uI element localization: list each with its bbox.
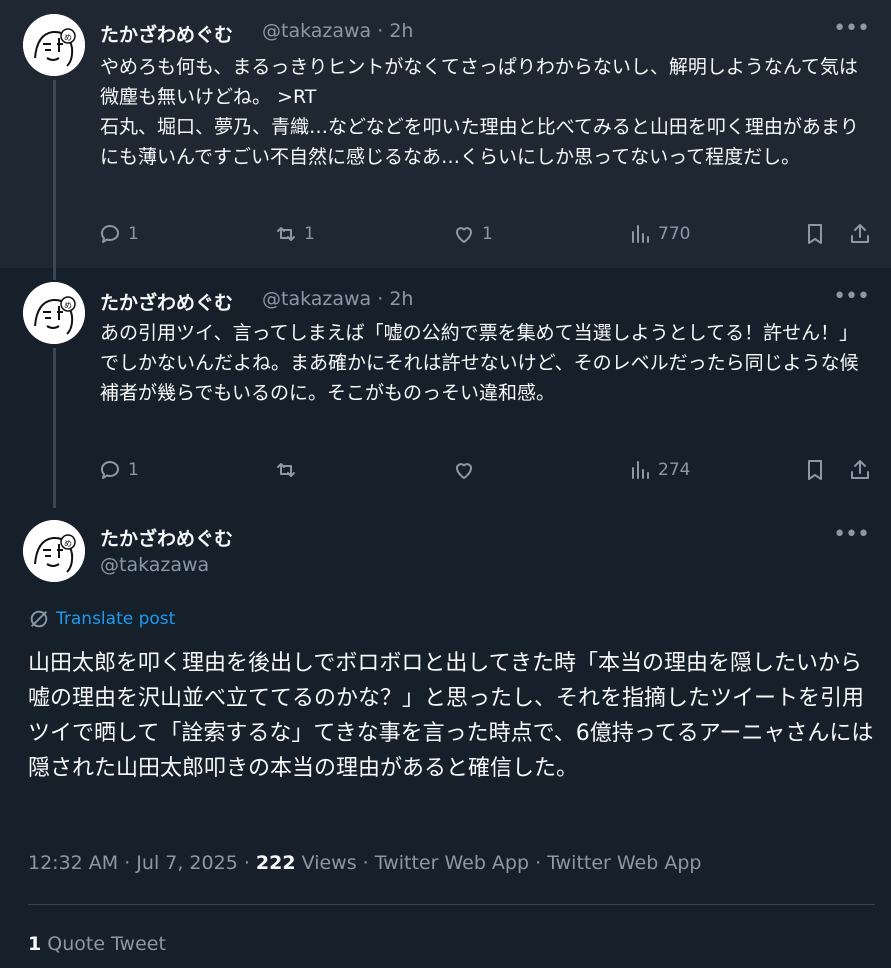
reply-button[interactable]: 1 bbox=[98, 218, 139, 250]
like-icon bbox=[456, 463, 472, 479]
tweet-actions: 1 1 1 770 bbox=[90, 218, 880, 250]
share-button[interactable] bbox=[848, 218, 872, 250]
reply-count: 1 bbox=[128, 460, 139, 480]
author-name[interactable]: たかざわめぐむ bbox=[100, 288, 233, 315]
tweet-text: あの引用ツイ、言ってしまえば「嘘の公約で票を集めて当選しようとしてる！許せん！」… bbox=[100, 322, 859, 404]
avatar[interactable] bbox=[23, 14, 85, 76]
views-button[interactable]: 770 bbox=[628, 218, 690, 250]
quote-count: 1 bbox=[28, 933, 42, 955]
tweet-card[interactable]: たかざわめぐむ @takazawa · 2h ••• あの引用ツイ、言ってしまえ… bbox=[0, 268, 891, 508]
views-count: 222 bbox=[255, 852, 296, 874]
thread-line bbox=[53, 80, 56, 268]
retweet-count: 1 bbox=[304, 224, 315, 244]
main-tweet: たかざわめぐむ @takazawa ••• Translate post 山田太… bbox=[0, 508, 891, 968]
retweet-button[interactable]: 1 bbox=[274, 218, 315, 250]
reply-icon bbox=[101, 461, 119, 479]
tweet-actions: 1 274 bbox=[90, 454, 880, 486]
like-button[interactable]: 1 bbox=[452, 218, 493, 250]
reply-button[interactable]: 1 bbox=[98, 454, 139, 486]
share-icon bbox=[851, 224, 869, 243]
tweet-meta: 12:32 AM · Jul 7, 2025 · 222 Views · Twi… bbox=[28, 852, 701, 874]
more-icon[interactable]: ••• bbox=[833, 522, 870, 547]
bookmark-button[interactable] bbox=[803, 454, 827, 486]
reply-icon bbox=[101, 225, 119, 243]
author-handle[interactable]: @takazawa · 2h bbox=[262, 288, 413, 310]
retweet-button[interactable] bbox=[274, 454, 304, 486]
views-count: 274 bbox=[658, 460, 691, 480]
tweet-card[interactable]: たかざわめぐむ @takazawa · 2h ••• やめろも何も、まるっきりヒ… bbox=[0, 0, 891, 268]
avatar[interactable] bbox=[23, 520, 85, 582]
more-icon[interactable]: ••• bbox=[833, 16, 870, 41]
quote-tweets-link[interactable]: 1 Quote Tweet bbox=[28, 933, 166, 955]
thread-line bbox=[53, 348, 56, 508]
avatar[interactable] bbox=[23, 282, 85, 344]
retweet-icon bbox=[277, 227, 295, 241]
bookmark-button[interactable] bbox=[803, 218, 827, 250]
translate-link[interactable]: Translate post bbox=[28, 608, 175, 630]
views-icon bbox=[632, 225, 649, 243]
reply-count: 1 bbox=[128, 224, 139, 244]
views-source: Views · Twitter Web App · Twitter Web Ap… bbox=[295, 852, 702, 874]
thread-line bbox=[53, 268, 56, 280]
like-button[interactable] bbox=[452, 454, 482, 486]
author-handle[interactable]: @takazawa · 2h bbox=[262, 20, 413, 42]
views-button[interactable]: 274 bbox=[628, 454, 690, 486]
views-count: 770 bbox=[658, 224, 691, 244]
quote-label: Quote Tweet bbox=[41, 933, 166, 955]
tweet-text: やめろも何も、まるっきりヒントがなくてさっぱりわからないし、解明しようなんて気は… bbox=[100, 56, 859, 168]
tweet-text: 山田太郎を叩く理由を後出しでボロボロと出してきた時「本当の理由を隠したいから嘘の… bbox=[28, 651, 874, 781]
author-handle[interactable]: @takazawa bbox=[100, 554, 209, 576]
translate-label[interactable]: Translate post bbox=[56, 609, 175, 629]
share-icon bbox=[851, 460, 869, 479]
divider bbox=[28, 904, 875, 905]
like-icon bbox=[456, 227, 472, 243]
views-icon bbox=[632, 461, 649, 479]
like-count: 1 bbox=[482, 224, 493, 244]
more-icon[interactable]: ••• bbox=[833, 284, 870, 309]
bookmark-icon bbox=[808, 224, 822, 244]
author-name[interactable]: たかざわめぐむ bbox=[100, 524, 233, 551]
translate-icon bbox=[30, 610, 48, 628]
timestamp[interactable]: 12:32 AM · Jul 7, 2025 · bbox=[28, 852, 256, 874]
retweet-icon bbox=[277, 463, 295, 477]
author-name[interactable]: たかざわめぐむ bbox=[100, 20, 233, 47]
bookmark-icon bbox=[808, 460, 822, 480]
share-button[interactable] bbox=[848, 454, 872, 486]
